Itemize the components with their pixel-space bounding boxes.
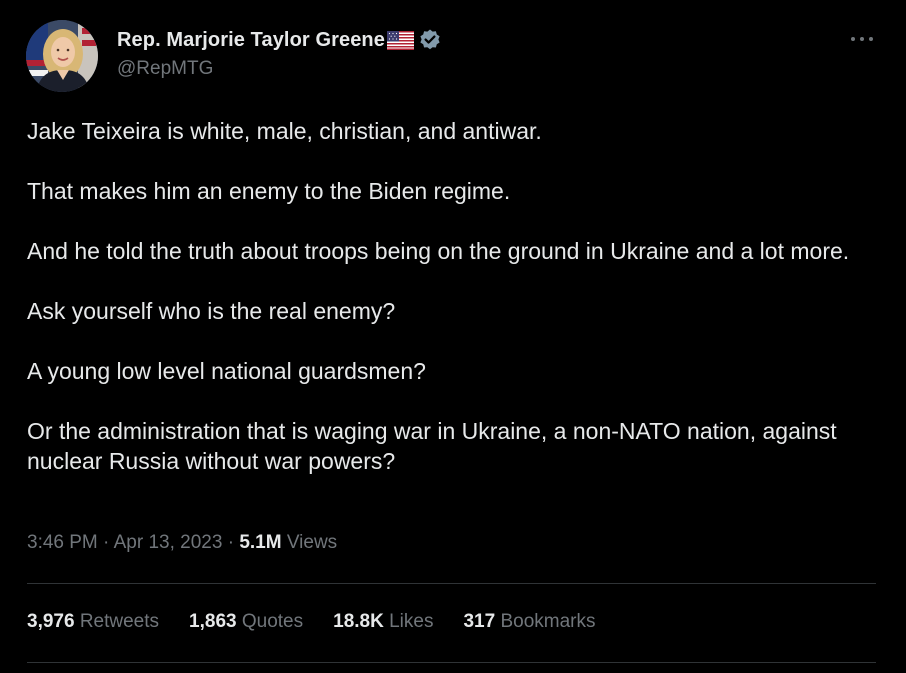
retweets-label: Retweets xyxy=(74,611,160,632)
meta-separator: · xyxy=(222,532,240,553)
meta-separator: · xyxy=(97,532,114,553)
tweet-time[interactable]: 3:46 PM xyxy=(27,532,98,553)
views-count: 5.1M xyxy=(239,532,282,553)
quotes-count: 1,863 xyxy=(189,611,237,632)
engagement-stats: 3,976 Retweets 1,863 Quotes 18.8K Likes … xyxy=(27,611,625,633)
avatar-image xyxy=(26,20,98,92)
tweet-paragraph: Ask yourself who is the real enemy? xyxy=(27,298,396,324)
us-flag-icon xyxy=(386,30,414,50)
verified-badge-icon[interactable] xyxy=(418,28,442,52)
tweet-paragraph: A young low level national guardsmen? xyxy=(27,358,426,384)
avatar[interactable] xyxy=(26,20,98,92)
tweet-meta: 3:46 PM · Apr 13, 2023 · 5.1M Views xyxy=(27,532,337,554)
retweets-count: 3,976 xyxy=(27,611,75,632)
author-name-row: Rep. Marjorie Taylor Greene xyxy=(117,27,442,53)
quotes-label: Quotes xyxy=(236,611,304,632)
tweet-paragraph: Or the administration that is waging war… xyxy=(27,418,837,474)
more-options-button[interactable] xyxy=(846,26,878,52)
tweet-paragraph: And he told the truth about troops being… xyxy=(27,238,850,264)
bookmarks-count: 317 xyxy=(463,611,496,632)
bookmarks-stat[interactable]: 317 Bookmarks xyxy=(463,611,595,633)
more-horizontal-icon xyxy=(851,37,873,41)
quotes-stat[interactable]: 1,863 Quotes xyxy=(189,611,303,633)
likes-label: Likes xyxy=(383,611,434,632)
divider xyxy=(27,662,876,663)
likes-stat[interactable]: 18.8K Likes xyxy=(333,611,433,633)
bookmarks-label: Bookmarks xyxy=(495,611,596,632)
tweet-date[interactable]: Apr 13, 2023 xyxy=(114,532,223,553)
views-label: Views xyxy=(281,532,338,553)
likes-count: 18.8K xyxy=(333,611,384,632)
tweet-paragraph: That makes him an enemy to the Biden reg… xyxy=(27,178,511,204)
tweet-detail: Rep. Marjorie Taylor Greene @RepMTG Jake… xyxy=(0,0,906,673)
tweet-text: Jake Teixeira is white, male, christian,… xyxy=(27,116,877,476)
retweets-stat[interactable]: 3,976 Retweets xyxy=(27,611,159,633)
divider xyxy=(27,583,876,584)
author-display-name[interactable]: Rep. Marjorie Taylor Greene xyxy=(117,29,385,52)
author-handle[interactable]: @RepMTG xyxy=(117,58,213,80)
tweet-paragraph: Jake Teixeira is white, male, christian,… xyxy=(27,118,542,144)
